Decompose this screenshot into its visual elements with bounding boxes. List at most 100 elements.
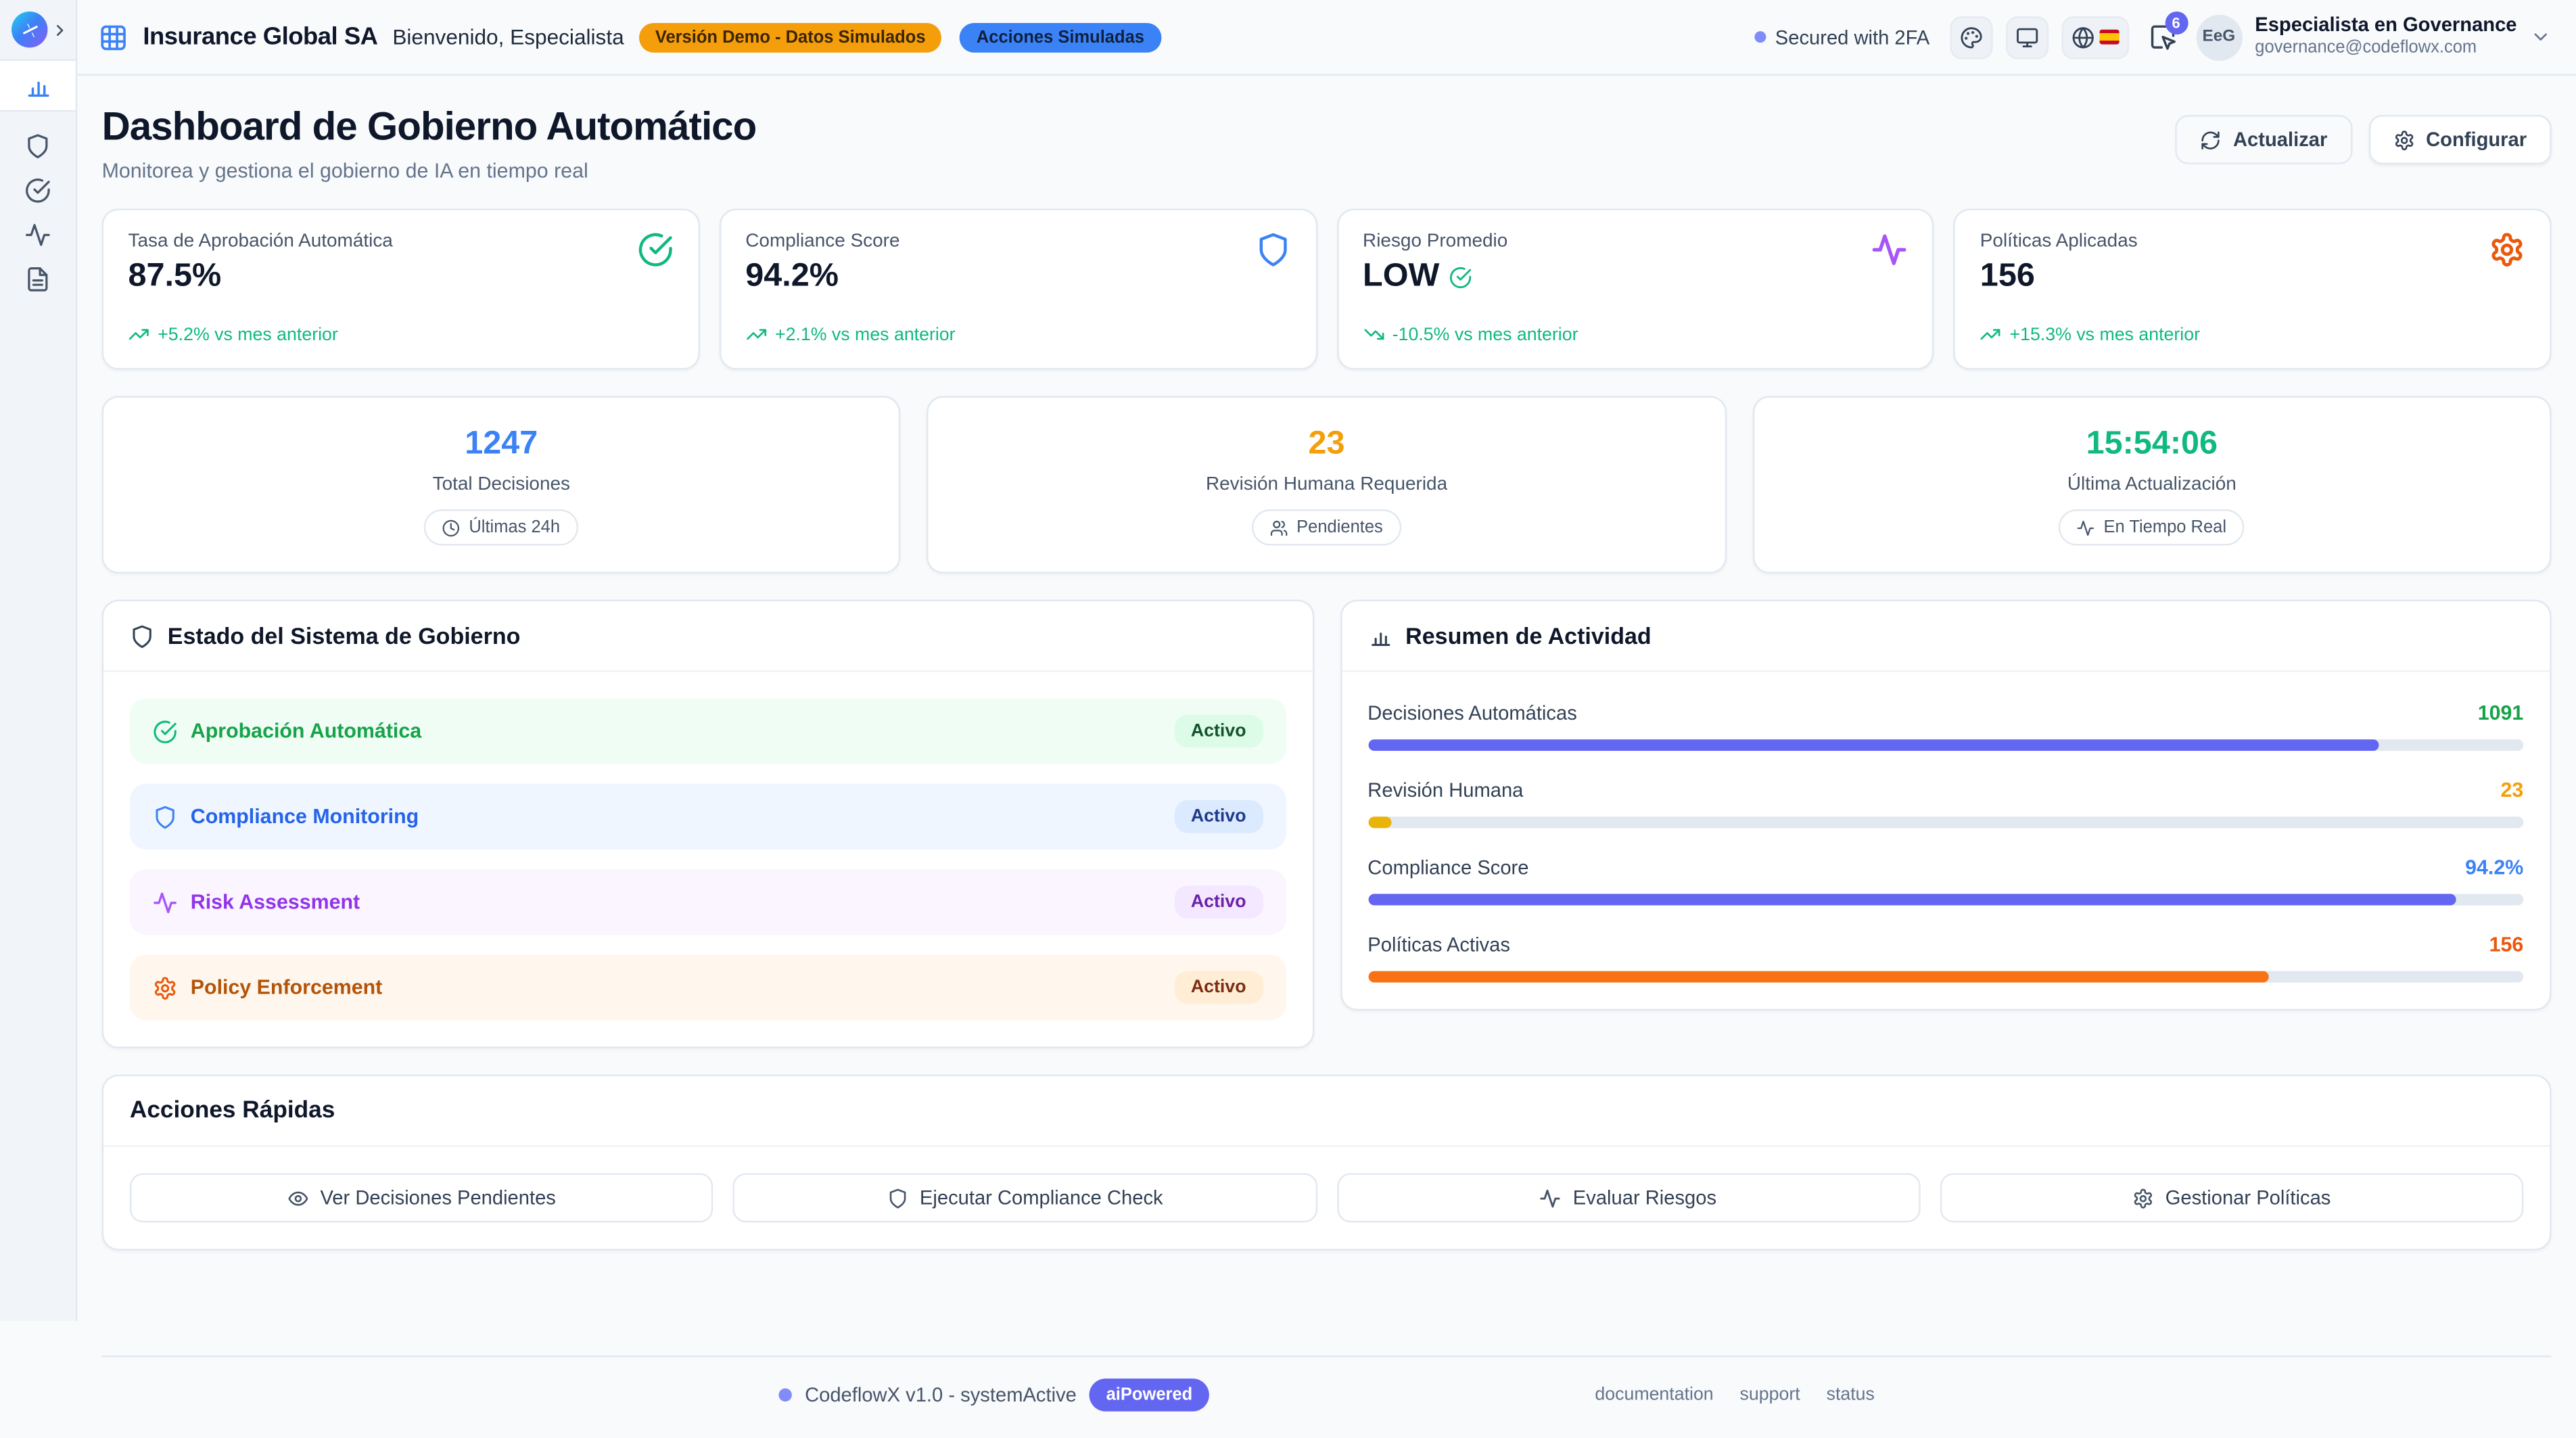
activity-summary-panel: Resumen de Actividad Decisiones Automáti… bbox=[1340, 600, 2552, 1011]
stat-card-last-update: 15:54:06 Última Actualización En Tiempo … bbox=[1752, 396, 2551, 573]
activity-value: 1091 bbox=[2478, 701, 2524, 724]
check-circle-icon bbox=[153, 719, 177, 743]
status-row-compliance-monitoring: Compliance Monitoring Activo bbox=[130, 784, 1286, 850]
kpi-cards: Tasa de Aprobación Automática 87.5% +5.2… bbox=[102, 209, 2552, 370]
activity-label: Revisión Humana bbox=[1367, 779, 1523, 802]
shield-icon bbox=[24, 133, 51, 159]
user-menu-button[interactable] bbox=[2530, 22, 2552, 52]
status-badge: Activo bbox=[1175, 715, 1263, 748]
kpi-trend: +5.2% vs mes anterior bbox=[128, 324, 673, 346]
footer-version: CodeflowX v1.0 - systemActive bbox=[805, 1383, 1077, 1406]
activity-label: Decisiones Automáticas bbox=[1367, 701, 1576, 724]
user-name: Especialista en Governance bbox=[2255, 14, 2516, 38]
kpi-value: 87.5% bbox=[128, 258, 392, 296]
status-dot bbox=[778, 1389, 791, 1401]
file-text-icon bbox=[24, 265, 51, 292]
panels-row: Estado del Sistema de Gobierno Aprobació… bbox=[102, 600, 2552, 1048]
sidebar-item-dashboard[interactable] bbox=[0, 59, 76, 112]
theme-button[interactable] bbox=[1949, 16, 1992, 58]
shield-icon bbox=[887, 1187, 908, 1209]
secured-2fa: Secured with 2FA bbox=[1754, 26, 1929, 49]
stat-badge: Últimas 24h bbox=[425, 509, 578, 545]
status-dot bbox=[1754, 31, 1765, 43]
manage-policies-button[interactable]: Gestionar Políticas bbox=[1940, 1173, 2523, 1222]
footer-link-status[interactable]: status bbox=[1827, 1385, 1875, 1405]
panel-title: Resumen de Actividad bbox=[1405, 623, 1652, 649]
progress-fill bbox=[1367, 816, 1390, 828]
sidebar-item-risk[interactable] bbox=[0, 221, 76, 248]
kpi-trend: +15.3% vs mes anterior bbox=[1980, 324, 2525, 346]
shield-icon bbox=[130, 624, 154, 648]
gear-icon bbox=[2393, 129, 2415, 151]
kpi-trend: -10.5% vs mes anterior bbox=[1363, 324, 1908, 346]
sidebar-item-compliance[interactable] bbox=[0, 131, 76, 159]
shield-icon bbox=[1255, 232, 1290, 268]
stat-label: Última Actualización bbox=[1780, 475, 2523, 494]
stat-badge: En Tiempo Real bbox=[2059, 509, 2245, 545]
trending-up-icon bbox=[128, 324, 149, 346]
status-row-risk-assessment: Risk Assessment Activo bbox=[130, 869, 1286, 935]
shield-icon bbox=[153, 804, 177, 829]
avatar[interactable]: EeG bbox=[2196, 14, 2242, 60]
gear-icon bbox=[2132, 1187, 2154, 1209]
status-label: Policy Enforcement bbox=[191, 976, 382, 999]
activity-value: 94.2% bbox=[2465, 856, 2523, 879]
chevron-right-icon bbox=[51, 20, 69, 39]
run-compliance-check-button[interactable]: Ejecutar Compliance Check bbox=[733, 1173, 1317, 1222]
page-subtitle: Monitorea y gestiona el gobierno de IA e… bbox=[102, 160, 757, 183]
stat-badge: Pendientes bbox=[1252, 509, 1401, 545]
activity-value: 23 bbox=[2500, 779, 2523, 802]
activity-row-compliance-score: Compliance Score 94.2% bbox=[1367, 853, 2523, 906]
activity-row-human-review: Revisión Humana 23 bbox=[1367, 776, 2523, 829]
stat-card-total-decisions: 1247 Total Decisiones Últimas 24h bbox=[102, 396, 901, 573]
sidebar bbox=[0, 0, 77, 1321]
activity-icon bbox=[1871, 232, 1907, 268]
progress-fill bbox=[1367, 971, 2269, 983]
status-row-auto-approval: Aprobación Automática Activo bbox=[130, 698, 1286, 764]
status-badge: Activo bbox=[1175, 800, 1263, 833]
activity-row-auto-decisions: Decisiones Automáticas 1091 bbox=[1367, 698, 2523, 751]
activity-icon bbox=[153, 889, 177, 914]
activity-label: Compliance Score bbox=[1367, 856, 1528, 879]
evaluate-risks-button[interactable]: Evaluar Riesgos bbox=[1336, 1173, 1920, 1222]
refresh-button[interactable]: Actualizar bbox=[2176, 115, 2352, 164]
sidebar-expand-button[interactable] bbox=[51, 20, 69, 39]
footer-link-support[interactable]: support bbox=[1740, 1385, 1800, 1405]
configure-button[interactable]: Configurar bbox=[2368, 115, 2551, 164]
clock-icon bbox=[443, 518, 461, 536]
kpi-value: 94.2% bbox=[745, 258, 899, 296]
notifications-button[interactable]: 6 bbox=[2148, 22, 2176, 52]
eye-icon bbox=[287, 1187, 309, 1209]
sidebar-item-approvals[interactable] bbox=[0, 176, 76, 204]
company-name: Insurance Global SA bbox=[143, 23, 377, 51]
spain-flag-icon bbox=[2099, 30, 2118, 45]
progress-fill bbox=[1367, 739, 2379, 751]
activity-label: Políticas Activas bbox=[1367, 933, 1510, 956]
bar-chart-icon bbox=[1367, 624, 1392, 648]
footer-link-documentation[interactable]: documentation bbox=[1595, 1385, 1713, 1405]
panel-title: Estado del Sistema de Gobierno bbox=[168, 623, 521, 649]
notification-count-badge: 6 bbox=[2165, 11, 2188, 34]
bar-chart-icon bbox=[24, 72, 51, 99]
app-logo bbox=[11, 11, 47, 47]
kpi-value: LOW bbox=[1363, 258, 1507, 296]
status-badge: Activo bbox=[1175, 971, 1263, 1004]
demo-badge: Versión Demo - Datos Simulados bbox=[639, 22, 942, 52]
trending-up-icon bbox=[1980, 324, 2002, 346]
user-email: governance@codeflowx.com bbox=[2255, 39, 2516, 60]
quick-actions-title: Acciones Rápidas bbox=[130, 1098, 335, 1124]
language-button[interactable] bbox=[2061, 16, 2129, 58]
activity-icon bbox=[24, 221, 51, 248]
view-pending-decisions-button[interactable]: Ver Decisiones Pendientes bbox=[130, 1173, 713, 1222]
top-bar-actions: Secured with 2FA 6 EeG Especialista en G… bbox=[1754, 14, 2551, 60]
top-bar: Insurance Global SA Bienvenido, Especial… bbox=[77, 0, 2576, 76]
main-content: Dashboard de Gobierno Automático Monitor… bbox=[77, 0, 2576, 1438]
kpi-card-average-risk: Riesgo Promedio LOW -10.5% vs mes anteri… bbox=[1336, 209, 1934, 370]
user-info[interactable]: Especialista en Governance governance@co… bbox=[2255, 14, 2516, 60]
system-status-panel: Estado del Sistema de Gobierno Aprobació… bbox=[102, 600, 1314, 1048]
check-circle-icon bbox=[637, 232, 673, 268]
display-button[interactable] bbox=[2005, 16, 2048, 58]
configure-label: Configurar bbox=[2426, 128, 2527, 151]
gear-icon bbox=[2489, 232, 2525, 268]
sidebar-item-policies[interactable] bbox=[0, 264, 76, 292]
